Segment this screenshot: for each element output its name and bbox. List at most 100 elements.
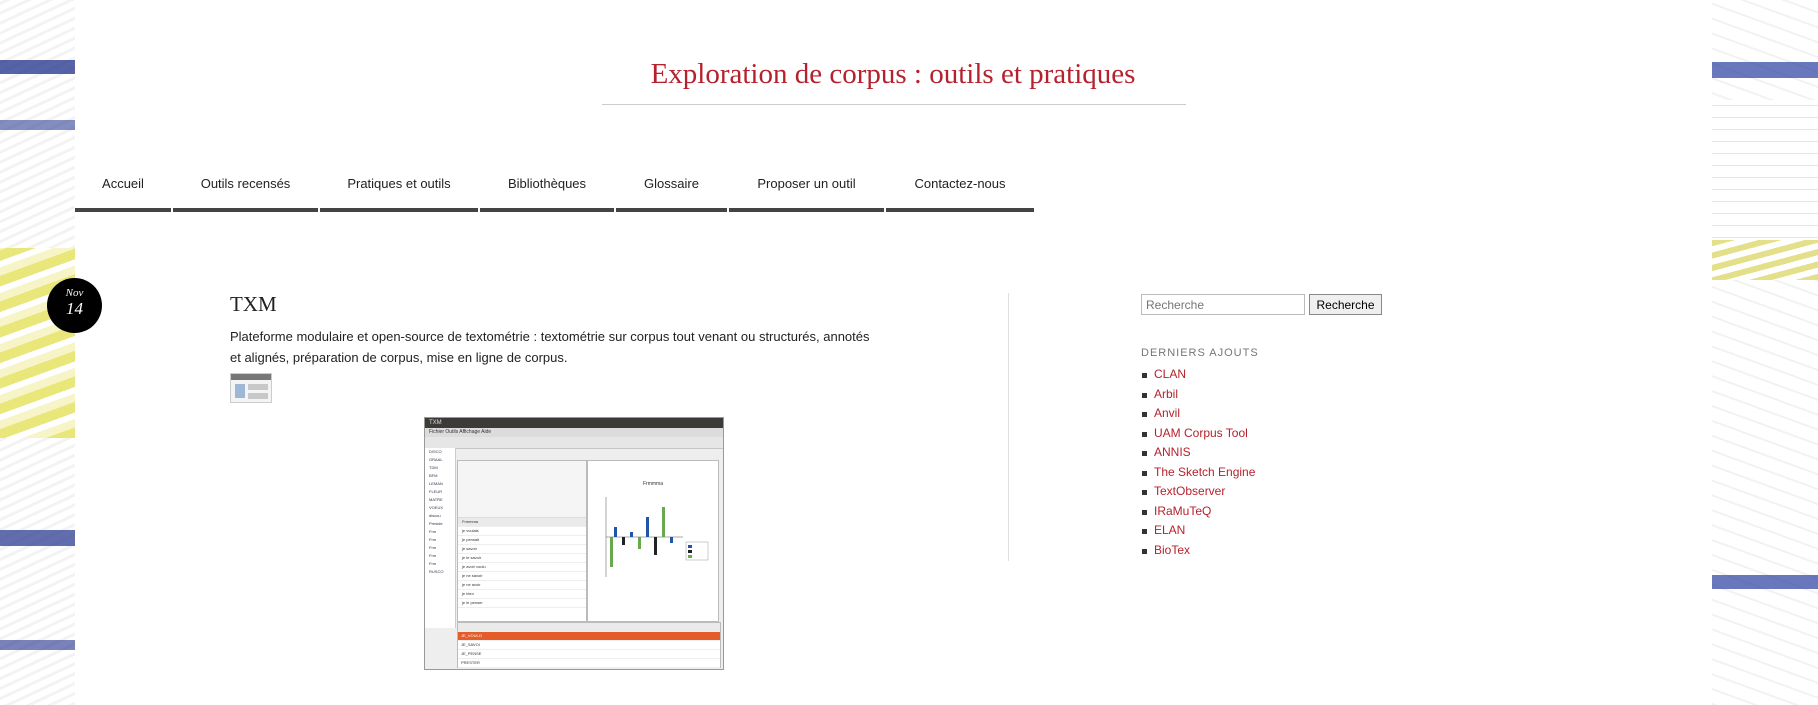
txm-screenshot-image[interactable]: TXM Fichier Outils Affichage Aide DISCO … [424, 417, 724, 670]
table-row: Frmmma [458, 518, 586, 527]
recent-post-link-uam-corpus-tool[interactable]: UAM Corpus Tool [1154, 426, 1248, 440]
table-row [458, 623, 720, 632]
recent-post-link-anvil[interactable]: Anvil [1154, 406, 1180, 420]
tree-item: RUSCO [429, 569, 444, 574]
recent-post-link-textobserver[interactable]: TextObserver [1154, 484, 1225, 498]
post-excerpt: Plateforme modulaire et open-source de t… [230, 329, 870, 365]
nav-item-pratiques-et-outils[interactable]: Pratiques et outils [320, 170, 478, 212]
table-row: PRESTER [458, 659, 720, 668]
recent-post-link-annis[interactable]: ANNIS [1154, 445, 1191, 459]
post-thumbnail[interactable] [230, 373, 272, 403]
list-item: ELAN [1141, 521, 1255, 541]
thumbnail-cell [248, 384, 268, 390]
nav-item-outils-recenses[interactable]: Outils recensés [173, 170, 318, 212]
graph-legend-swatch [688, 545, 692, 548]
tree-item: BFM [429, 473, 438, 478]
tree-item: Frm [429, 529, 437, 534]
table-row: je bien [458, 590, 586, 599]
search-input[interactable] [1141, 294, 1305, 315]
list-item: TextObserver [1141, 482, 1255, 502]
graph-legend-swatch [688, 550, 692, 553]
post-date-badge: Nov 14 [47, 278, 102, 333]
content-sidebar-divider [1008, 293, 1009, 561]
post-date-month: Nov [65, 287, 84, 299]
site-title[interactable]: Exploration de corpus : outils et pratiq… [600, 58, 1186, 91]
nav-item-accueil[interactable]: Accueil [75, 170, 171, 212]
table-row: JE_SAVOI [458, 641, 720, 650]
graph-bar [638, 537, 641, 549]
thumbnail-cell [248, 393, 268, 399]
recent-post-link-iramuteq[interactable]: IRaMuTeQ [1154, 504, 1211, 518]
tree-item: Preside [429, 521, 443, 526]
tree-item: DISCO [429, 449, 442, 454]
table-row: je voulais [458, 527, 586, 536]
tree-item: VOEUX [429, 505, 444, 510]
nav-item-glossaire[interactable]: Glossaire [616, 170, 727, 212]
list-item: CLAN [1141, 365, 1255, 385]
graph-bar [610, 537, 613, 567]
recent-post-link-clan[interactable]: CLAN [1154, 367, 1186, 381]
tree-item: Frm [429, 553, 437, 558]
graph-legend-swatch [688, 555, 692, 558]
screenshot-bar-graph [605, 497, 709, 577]
table-row: je savoir [458, 545, 586, 554]
list-item: ANNIS [1141, 443, 1255, 463]
tree-item: discou [429, 513, 441, 518]
graph-bar [614, 527, 617, 537]
nav-item-proposer-un-outil[interactable]: Proposer un outil [729, 170, 884, 212]
screenshot-titlebar: TXM [425, 418, 723, 428]
graph-bar [630, 532, 633, 537]
tree-item: MATRE [429, 497, 443, 502]
recent-posts-title: DERNIERS AJOUTS [1141, 347, 1259, 359]
recent-post-link-arbil[interactable]: Arbil [1154, 387, 1178, 401]
list-item: UAM Corpus Tool [1141, 424, 1255, 444]
table-row: je ne savoir [458, 572, 586, 581]
background-left-decoration [0, 0, 75, 705]
screenshot-menubar: Fichier Outils Affichage Aide [425, 428, 723, 437]
main-navigation: Accueil Outils recensés Pratiques et out… [75, 170, 1036, 212]
tree-item: Frm [429, 561, 437, 566]
table-row: JE_PENSE [458, 650, 720, 659]
graph-bar [622, 537, 625, 545]
graph-bar [654, 537, 657, 555]
table-row: je pensait [458, 536, 586, 545]
thumbnail-bar [231, 374, 271, 380]
graph-bar [662, 507, 665, 537]
tree-item: Frm [429, 537, 437, 542]
tree-item: Frm [429, 545, 437, 550]
tree-item: LEMAN [429, 481, 443, 486]
screenshot-specificity-table: JE_VOULO JE_SAVOI JE_PENSE PRESTER [457, 622, 721, 668]
recent-posts-list: CLAN Arbil Anvil UAM Corpus Tool ANNIS T… [1141, 365, 1255, 560]
recent-post-link-biotex[interactable]: BioTex [1154, 543, 1190, 557]
post-date-day: 14 [66, 299, 83, 318]
screenshot-results-table: Frmmma je voulais je pensait je savoir j… [457, 460, 587, 622]
tree-item: TDM [429, 465, 438, 470]
graph-bar [646, 517, 649, 537]
table-row: je le savoir [458, 554, 586, 563]
screenshot-query-area [458, 461, 586, 518]
tree-item: GRAAL [429, 457, 443, 462]
nav-item-bibliotheques[interactable]: Bibliothèques [480, 170, 614, 212]
table-row: JE_VOULO [458, 632, 720, 641]
recent-post-link-elan[interactable]: ELAN [1154, 523, 1185, 537]
list-item: Anvil [1141, 404, 1255, 424]
thumbnail-cell [235, 384, 245, 398]
screenshot-graph-pane: Frmmma [587, 460, 719, 622]
tree-item: FLEUR [429, 489, 443, 494]
search-button[interactable]: Recherche [1309, 294, 1382, 315]
title-divider [602, 104, 1186, 105]
list-item: Arbil [1141, 385, 1255, 405]
post-title[interactable]: TXM [230, 292, 277, 317]
screenshot-toolbar [425, 437, 723, 449]
recent-post-link-sketch-engine[interactable]: The Sketch Engine [1154, 465, 1255, 479]
screenshot-corpus-tree: DISCO GRAAL TDM BFM LEMAN FLEUR MATRE VO… [425, 448, 456, 628]
table-row: je le penser [458, 599, 586, 608]
list-item: BioTex [1141, 541, 1255, 561]
background-right-decoration [1712, 0, 1818, 705]
table-row: je avoir voulu [458, 563, 586, 572]
list-item: IRaMuTeQ [1141, 502, 1255, 522]
nav-item-contactez-nous[interactable]: Contactez-nous [886, 170, 1034, 212]
list-item: The Sketch Engine [1141, 463, 1255, 483]
graph-bar [670, 537, 673, 543]
table-row: je ne avoir [458, 581, 586, 590]
